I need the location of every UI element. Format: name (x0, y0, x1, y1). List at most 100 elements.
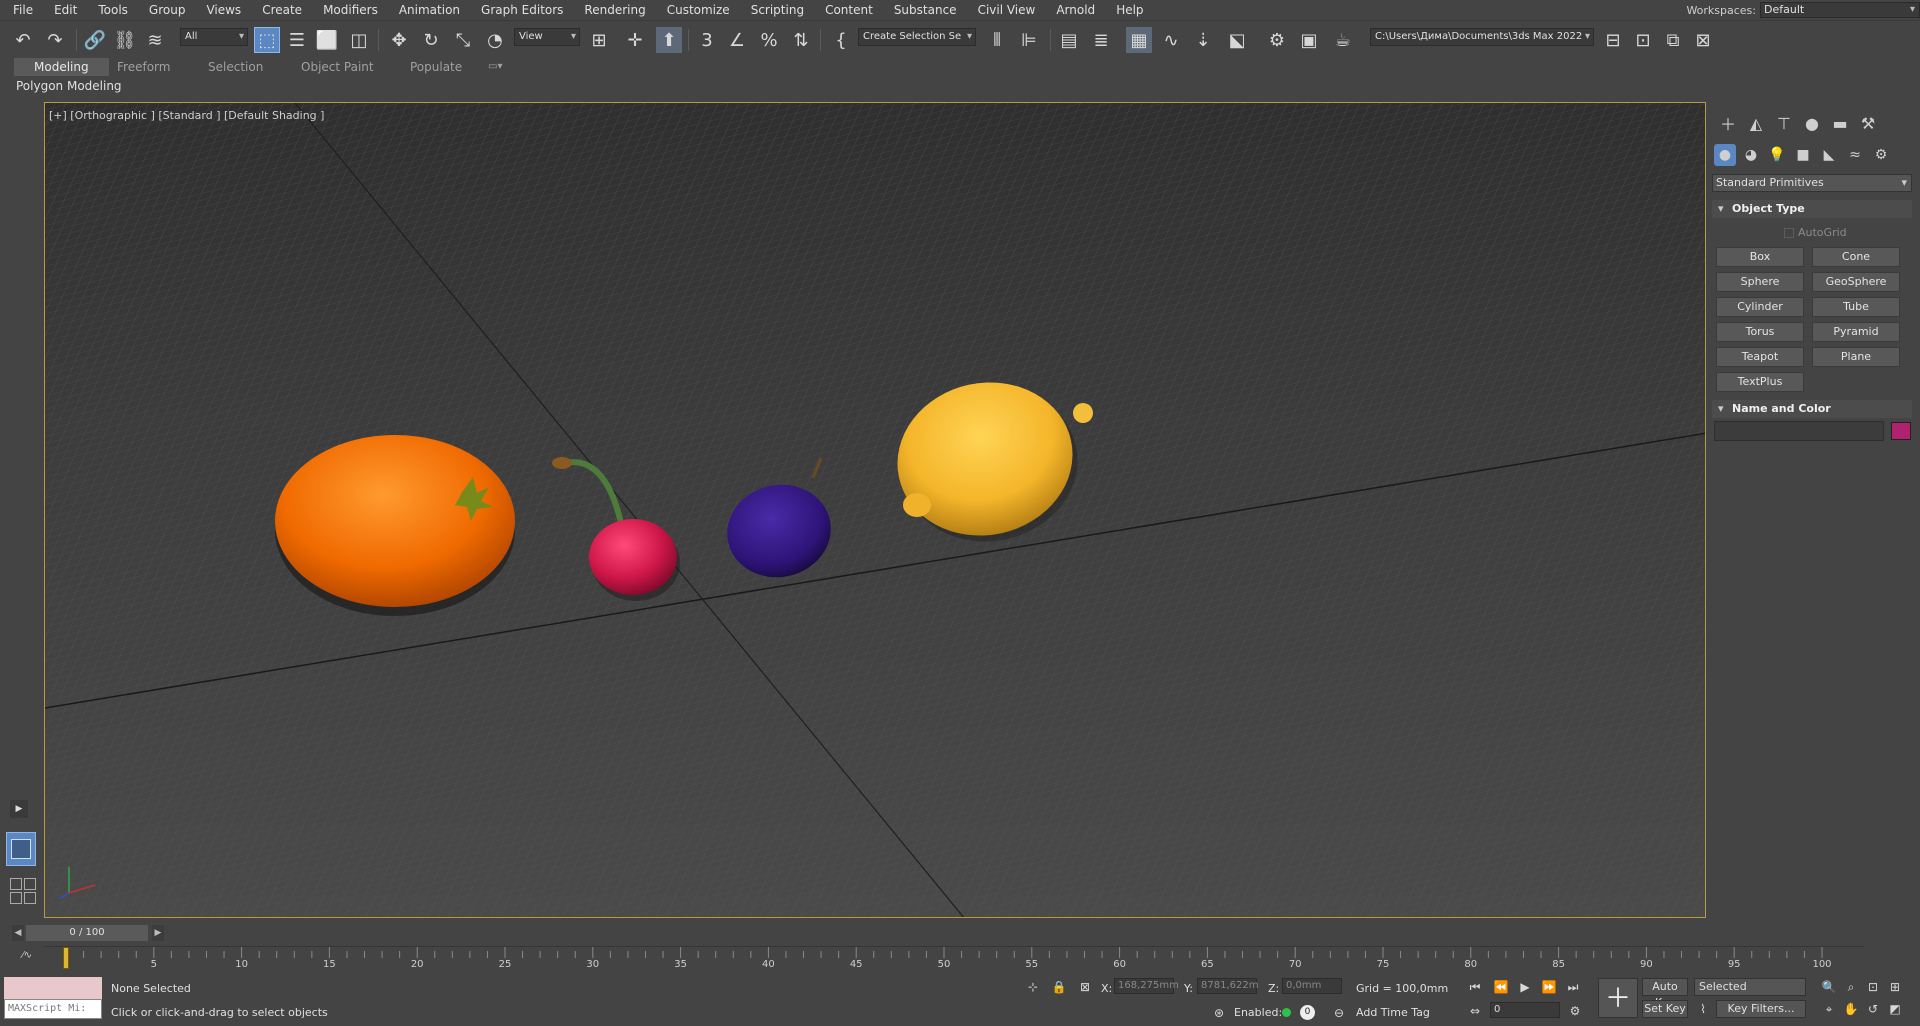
auto-key-button[interactable]: Auto Key (1642, 978, 1688, 1009)
autogrid-checkbox[interactable]: AutoGrid (1784, 226, 1847, 239)
time-tag-icon[interactable]: ⊖ (1330, 1004, 1348, 1022)
field-of-view-icon[interactable]: ⌖ (1820, 1000, 1838, 1018)
layer-explorer-icon[interactable]: ≣ (1088, 27, 1114, 53)
helpers-icon[interactable]: ◣ (1818, 144, 1840, 166)
motion-panel-icon[interactable]: ● (1800, 112, 1824, 134)
select-object-icon[interactable]: ⬚ (254, 27, 280, 53)
tab-selection[interactable]: Selection (208, 58, 263, 76)
zoom-icon[interactable]: 🔍 (1820, 978, 1838, 996)
menu-create[interactable]: Create (252, 0, 313, 20)
systems-icon[interactable]: ⚙ (1870, 144, 1892, 166)
menu-group[interactable]: Group (139, 0, 197, 20)
time-slider-thumb[interactable]: 0 / 100 (26, 925, 148, 941)
space-warps-icon[interactable]: ≈ (1844, 144, 1866, 166)
menu-scripting[interactable]: Scripting (741, 0, 815, 20)
scale-icon[interactable]: ⤡ (450, 27, 476, 53)
unlink-icon[interactable]: ⛓ (112, 27, 138, 53)
zoom-all-icon[interactable]: ⌕ (1842, 978, 1860, 996)
material-editor-icon[interactable]: ⬕ (1224, 27, 1250, 53)
current-frame-field[interactable]: 0 (1490, 1002, 1560, 1018)
toggle-ribbon-icon[interactable]: ▦ (1126, 27, 1152, 53)
time-slider-prev-icon[interactable]: ◀ (12, 925, 24, 941)
expand-arrow-icon[interactable]: ▶ (10, 800, 28, 818)
sphere-button[interactable]: Sphere (1716, 272, 1804, 292)
z-coordinate-field[interactable]: 0,0mm (1282, 978, 1342, 994)
selection-filter-dropdown[interactable]: All (180, 28, 248, 46)
bind-space-warp-icon[interactable]: ≋ (142, 27, 168, 53)
menu-help[interactable]: Help (1106, 0, 1154, 20)
rotate-icon[interactable]: ↻ (418, 27, 444, 53)
previous-frame-icon[interactable]: ⏪ (1492, 978, 1510, 996)
create-panel-icon[interactable]: ＋ (1716, 112, 1740, 134)
adaptive-degradation-icon[interactable]: ⊛ (1210, 1004, 1228, 1022)
snaps-toggle-icon[interactable]: 3 (694, 27, 720, 53)
zoom-extents-icon[interactable]: ⊡ (1864, 978, 1882, 996)
cone-button[interactable]: Cone (1812, 247, 1900, 267)
isolate-selection-icon[interactable]: ⊹ (1024, 978, 1042, 996)
tab-modeling[interactable]: Modeling (14, 58, 109, 76)
viewport-label[interactable]: [+] [Orthographic ] [Standard ] [Default… (49, 109, 324, 122)
x-coordinate-field[interactable]: 168,275mm (1114, 978, 1179, 994)
menu-views[interactable]: Views (196, 0, 252, 20)
placement-icon[interactable]: ◔ (482, 27, 508, 53)
spinner-snap-icon[interactable]: ⇅ (788, 27, 814, 53)
hierarchy-panel-icon[interactable]: ⊤ (1772, 112, 1796, 134)
menu-arnold[interactable]: Arnold (1046, 0, 1106, 20)
menu-substance[interactable]: Substance (884, 0, 968, 20)
tab-freeform[interactable]: Freeform (117, 58, 170, 76)
geometry-icon[interactable]: ● (1714, 144, 1736, 166)
maximize-viewport-icon[interactable]: ◩ (1886, 1000, 1904, 1018)
modify-panel-icon[interactable]: ◭ (1744, 112, 1768, 134)
schematic-view-icon[interactable]: ⇣ (1190, 27, 1216, 53)
ribbon-options-icon[interactable]: ▭▾ (488, 58, 502, 76)
teapot-button[interactable]: Teapot (1716, 347, 1804, 367)
render-setup-icon[interactable]: ⚙ (1264, 27, 1290, 53)
maxscript-input[interactable]: MAXScript Mi: (4, 999, 102, 1019)
y-coordinate-field[interactable]: 8781,622m (1197, 978, 1258, 994)
go-to-start-icon[interactable]: ⏮ (1466, 978, 1484, 996)
menu-animation[interactable]: Animation (389, 0, 471, 20)
maxscript-output[interactable] (4, 977, 102, 999)
mirror-icon[interactable]: ⫴ (984, 27, 1010, 53)
default-in-out-tangents-icon[interactable]: ⌇ (1694, 1000, 1712, 1018)
ribbon-panel-polygon-modeling[interactable]: Polygon Modeling (12, 77, 126, 95)
rendered-frame-window-icon[interactable]: ▣ (1296, 27, 1322, 53)
object-type-rollout[interactable]: Object Type (1712, 200, 1912, 218)
geosphere-button[interactable]: GeoSphere (1812, 272, 1900, 292)
current-frame-marker[interactable] (63, 947, 69, 969)
percent-snap-icon[interactable]: % (756, 27, 782, 53)
maxscript-listener[interactable]: MAXScript Mi: (4, 977, 102, 1021)
category-dropdown[interactable]: Standard Primitives (1712, 174, 1912, 192)
undo-icon[interactable]: ↶ (10, 27, 36, 53)
single-viewport-layout-icon[interactable] (6, 832, 36, 866)
pan-view-icon[interactable]: ✋ (1842, 1000, 1860, 1018)
angle-snap-icon[interactable]: ∠ (724, 27, 750, 53)
menu-modifiers[interactable]: Modifiers (313, 0, 389, 20)
pivot-center-icon[interactable]: ⊞ (586, 27, 612, 53)
lights-icon[interactable]: 💡 (1766, 144, 1788, 166)
link-icon[interactable]: 🔗 (82, 27, 108, 53)
quad-viewport-layout-icon[interactable] (6, 874, 36, 908)
play-icon[interactable]: ▶ (1516, 978, 1534, 996)
menu-edit[interactable]: Edit (44, 0, 88, 20)
name-and-color-rollout[interactable]: Name and Color (1712, 400, 1912, 418)
time-slider[interactable]: ◀ 0 / 100 ▶ (12, 925, 164, 941)
torus-button[interactable]: Torus (1716, 322, 1804, 342)
tube-button[interactable]: Tube (1812, 297, 1900, 317)
menu-rendering[interactable]: Rendering (574, 0, 656, 20)
orange-object[interactable] (275, 435, 515, 616)
reference-coordinate-dropdown[interactable]: View (514, 28, 580, 46)
sticky-count-icon[interactable]: 0 (1300, 1005, 1315, 1020)
object-color-swatch[interactable] (1891, 422, 1911, 440)
menu-graph-editors[interactable]: Graph Editors (471, 0, 574, 20)
time-configuration-icon[interactable]: ⚙ (1566, 1002, 1584, 1020)
plane-button[interactable]: Plane (1812, 347, 1900, 367)
redo-icon[interactable]: ↷ (42, 27, 68, 53)
open-mini-curve-editor-icon[interactable]: ⁄∿ (22, 950, 32, 961)
render-production-icon[interactable]: ☕ (1330, 27, 1356, 53)
key-selection-dropdown[interactable]: Selected (1694, 978, 1806, 996)
textplus-button[interactable]: TextPlus (1716, 372, 1804, 392)
curve-editor-icon[interactable]: ∿ (1158, 27, 1184, 53)
named-selection-dropdown[interactable]: Create Selection Se (858, 28, 976, 46)
menu-content[interactable]: Content (815, 0, 884, 20)
